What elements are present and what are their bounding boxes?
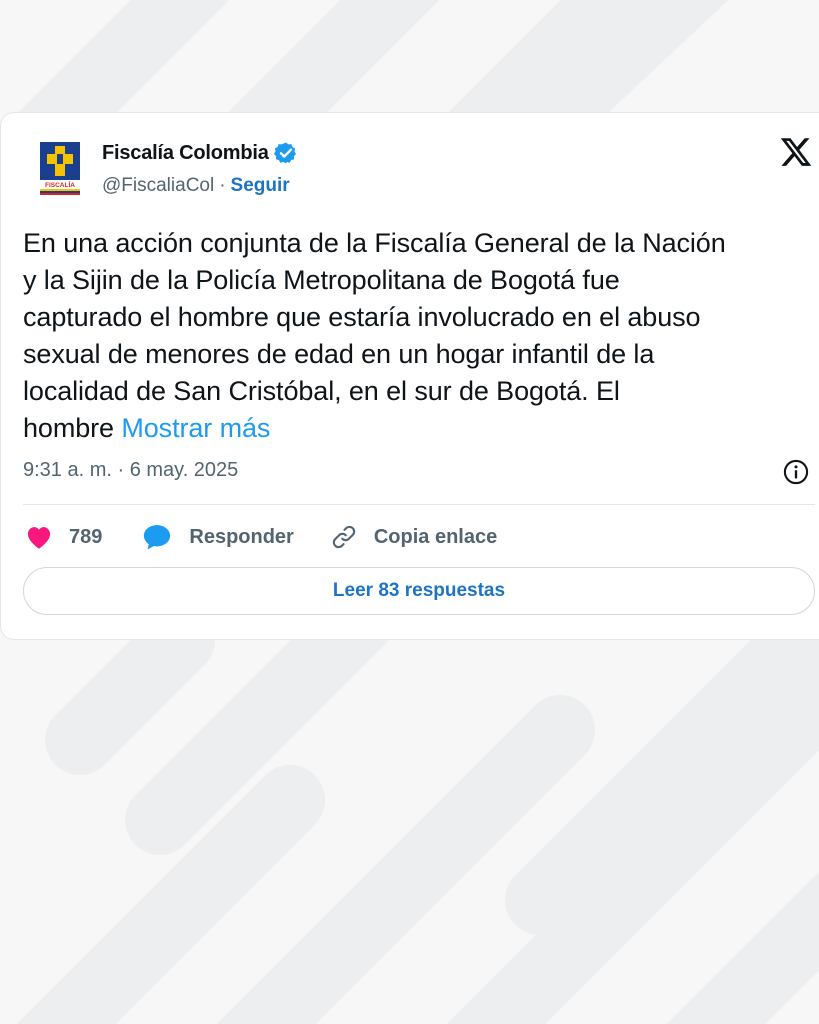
x-logo-icon[interactable] — [779, 135, 813, 169]
reply-button[interactable]: Responder — [142, 523, 294, 551]
fiscalia-logo-avatar[interactable]: FISCALÍA — [37, 140, 83, 198]
tweet-body-line: sexual de menores de edad en un hogar in… — [23, 339, 655, 369]
embedded-tweet-card: FISCALÍA Fiscalía Colombia @FiscaliaCol … — [0, 112, 819, 640]
speech-bubble-icon — [144, 525, 171, 550]
like-button[interactable]: 789 — [25, 524, 102, 550]
link-icon — [332, 525, 355, 549]
like-count: 789 — [69, 525, 103, 548]
tweet-timestamp[interactable]: 9:31 a. m. · 6 may. 2025 — [23, 459, 238, 482]
tweet-body-line: capturado el hombre que estaría involucr… — [23, 302, 701, 332]
heart-icon — [27, 527, 51, 549]
show-more-link[interactable]: Mostrar más — [121, 413, 270, 443]
author-handle[interactable]: @FiscaliaCol — [102, 175, 214, 197]
tweet-body: En una acción conjunta de la Fiscalía Ge… — [23, 225, 813, 447]
handle-separator: · — [219, 175, 226, 196]
author-handle-row: @FiscaliaCol · Seguir — [102, 175, 290, 197]
copy-link-label: Copia enlace — [373, 525, 498, 548]
avatar-lettering: FISCALÍA — [45, 180, 75, 189]
follow-button[interactable]: Seguir — [231, 175, 290, 197]
verified-badge-icon — [273, 142, 296, 164]
tweet-body-tail: hombre — [23, 413, 114, 443]
copy-link-button[interactable]: Copia enlace — [330, 523, 497, 551]
author-display-name[interactable]: Fiscalía Colombia — [102, 142, 269, 165]
info-icon[interactable] — [782, 458, 810, 486]
divider — [23, 504, 815, 505]
reply-label: Responder — [189, 525, 294, 548]
tweet-actions: 789 Responder Copia enlace — [25, 519, 497, 555]
read-replies-button[interactable]: Leer 83 respuestas — [23, 567, 815, 615]
tweet-body-line: En una acción conjunta de la Fiscalía Ge… — [23, 228, 726, 258]
tweet-body-line: y la Sijin de la Policía Metropolitana d… — [23, 265, 620, 295]
tweet-header: FISCALÍA Fiscalía Colombia @FiscaliaCol … — [1, 113, 819, 203]
tweet-body-line: localidad de San Cristóbal, en el sur de… — [23, 376, 620, 406]
tweet-body-line-last: hombre Mostrar más — [23, 410, 813, 447]
author-name-row: Fiscalía Colombia — [102, 141, 298, 165]
